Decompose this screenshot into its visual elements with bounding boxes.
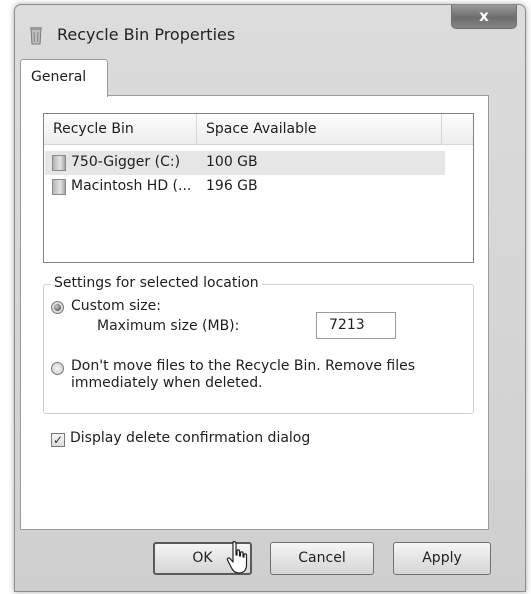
- dont-move-files-radio[interactable]: [51, 362, 64, 375]
- column-header-location[interactable]: Recycle Bin Location: [44, 114, 197, 167]
- title-bar[interactable]: Recycle Bin Properties x: [15, 5, 525, 57]
- dont-move-files-label[interactable]: Don't move files to the Recycle Bin. Rem…: [71, 358, 415, 374]
- recycle-bin-location-list[interactable]: Recycle Bin Location Space Available 750…: [43, 113, 474, 263]
- drive-space: 100 GB: [206, 154, 258, 170]
- custom-size-radio[interactable]: [51, 301, 64, 314]
- settings-group-label: Settings for selected location: [51, 275, 262, 291]
- drive-icon: [52, 179, 66, 195]
- hand-cursor-icon: [226, 541, 248, 574]
- max-size-input[interactable]: 7213: [316, 312, 396, 339]
- drive-name: Macintosh HD (...: [71, 178, 192, 194]
- list-item-drive[interactable]: Macintosh HD (... 196 GB: [45, 175, 445, 199]
- drive-name: 750-Gigger (C:): [71, 154, 181, 170]
- delete-confirmation-label[interactable]: Display delete confirmation dialog: [70, 430, 310, 446]
- close-button[interactable]: x: [451, 5, 517, 29]
- drive-space: 196 GB: [206, 178, 258, 194]
- custom-size-label[interactable]: Custom size:: [71, 298, 161, 314]
- dont-move-files-label-line2[interactable]: immediately when deleted.: [71, 375, 263, 391]
- tab-general-label: General: [31, 69, 87, 85]
- tab-general[interactable]: General: [20, 59, 108, 97]
- delete-confirmation-checkbox[interactable]: ✓: [51, 433, 65, 447]
- drive-icon: [52, 155, 66, 171]
- column-header-space[interactable]: Space Available: [197, 114, 442, 144]
- max-size-label: Maximum size (MB):: [97, 318, 240, 334]
- apply-button[interactable]: Apply: [393, 542, 491, 575]
- general-tab-panel: Recycle Bin Location Space Available 750…: [20, 95, 489, 530]
- cancel-button[interactable]: Cancel: [270, 542, 374, 575]
- dialog-title: Recycle Bin Properties: [57, 25, 236, 44]
- list-header: Recycle Bin Location Space Available: [44, 114, 473, 167]
- list-item-drive[interactable]: 750-Gigger (C:) 100 GB: [45, 151, 445, 175]
- recycle-bin-icon: [30, 27, 42, 45]
